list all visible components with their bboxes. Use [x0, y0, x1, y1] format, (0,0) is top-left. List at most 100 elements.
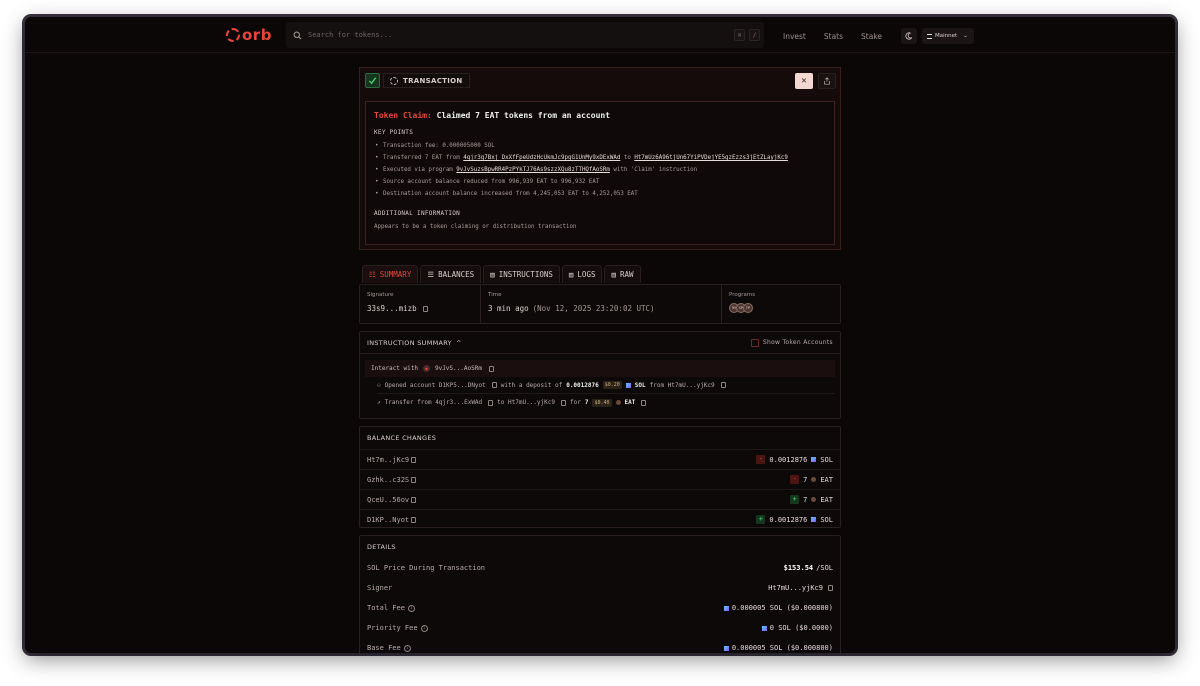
deposit-from[interactable]: from Ht7mU...yjKc9	[650, 382, 715, 389]
transfer-from-text[interactable]: Transfer from 4qjr3...ExWAd	[385, 399, 483, 406]
search-bar[interactable]: ⌘ /	[286, 22, 764, 48]
balance-amount: 7	[803, 495, 808, 504]
interact-program[interactable]: 9vJvS...AoSRm	[435, 365, 482, 372]
balance-row: QceU..56ov + 7 EAT	[360, 489, 840, 509]
base-fee-value: 0.000005 SOL ($0.000800)	[731, 644, 833, 652]
copy-icon[interactable]	[491, 382, 497, 388]
source-account-link[interactable]: 4qjr3g7Bxj DxXfFpeUdzHcUkmJc9pgG1UnMy9xD…	[463, 155, 620, 161]
nav-link-stats[interactable]: Stats	[824, 32, 843, 41]
detail-value: 0.000005 SOL ($0.000800)	[723, 644, 833, 652]
balance-changes-header: BALANCE CHANGES	[360, 427, 840, 449]
nav-link-invest[interactable]: Invest	[783, 32, 806, 41]
key-point-text: Source account balance reduced from 996,…	[383, 179, 600, 185]
copy-icon[interactable]	[411, 496, 417, 503]
instruction-summary-panel: INSTRUCTION SUMMARY ^ Show Token Account…	[359, 331, 841, 419]
tab-label: BALANCES	[438, 270, 475, 279]
tab-balances[interactable]: ☰ BALANCES	[420, 265, 482, 283]
show-token-accounts-label: Show Token Accounts	[762, 339, 833, 346]
detail-row-signer: Signer Ht7mU...yjKc9	[360, 578, 840, 598]
balance-row: D1KP..Nyot + 0.0012876 SOL	[360, 509, 840, 529]
copy-icon[interactable]	[422, 305, 428, 312]
program-avatar[interactable]: TP	[743, 303, 753, 313]
tab-raw[interactable]: ▤ RAW	[604, 265, 641, 283]
balance-sign: +	[790, 495, 800, 504]
balance-account[interactable]: Gzhk..c32S	[367, 476, 409, 484]
balance-changes-title: BALANCE CHANGES	[367, 434, 437, 442]
balance-sign: +	[756, 515, 766, 524]
logo[interactable]: orb	[226, 26, 272, 44]
transaction-tag: TRANSACTION	[383, 73, 470, 88]
sol-icon	[811, 457, 817, 462]
signature-cell: Signature 33s9...mizb	[360, 285, 481, 323]
detail-value: 0.000005 SOL ($0.000800)	[723, 604, 833, 612]
open-account-text[interactable]: Opened account D1KP5...DNyot	[385, 382, 486, 389]
checkbox[interactable]	[750, 338, 759, 347]
copy-icon[interactable]	[411, 516, 417, 523]
balance-change: + 0.0012876 SOL	[756, 515, 833, 524]
copy-icon[interactable]	[488, 365, 494, 372]
network-selector[interactable]: Mainnet ⌄	[922, 28, 974, 44]
copy-icon[interactable]	[488, 399, 494, 406]
signature-value[interactable]: 33s9...mizb	[367, 304, 417, 313]
program-link[interactable]: 9vJvSuzsBpwRR4PzPYkTJ76As9szzXQu8zTTHQfA…	[456, 167, 610, 173]
balance-token: EAT	[820, 475, 833, 484]
transfer-to-text[interactable]: to Ht7mU...yjKc9	[497, 399, 555, 406]
share-button[interactable]	[818, 73, 836, 89]
show-token-accounts-toggle[interactable]: Show Token Accounts	[750, 338, 833, 347]
copy-icon[interactable]	[411, 476, 417, 483]
tab-logs[interactable]: ▤ LOGS	[561, 265, 603, 283]
tab-instructions[interactable]: ▤ INSTRUCTIONS	[483, 265, 560, 283]
top-nav: orb ⌘ / Invest Stats Stake Mainnet ⌄	[25, 17, 1175, 53]
copy-icon[interactable]	[720, 382, 726, 388]
key-point-text: Executed via program	[383, 167, 457, 173]
copy-icon[interactable]	[828, 585, 833, 591]
close-button[interactable]: ✕	[795, 73, 813, 89]
file-code-icon: ▤	[611, 270, 616, 279]
copy-icon[interactable]	[411, 456, 417, 463]
chevron-down-icon: ⌄	[963, 33, 968, 39]
info-icon[interactable]: i	[403, 644, 411, 652]
balance-token: EAT	[820, 495, 833, 504]
sol-icon	[723, 645, 729, 651]
user-plus-icon: ⚇	[377, 381, 381, 389]
detail-label: Total Fee	[367, 604, 405, 612]
detail-label: Base Fee	[367, 644, 401, 652]
spinner-icon	[390, 76, 398, 85]
balance-account[interactable]: D1KP..Nyot	[367, 516, 409, 524]
search-input[interactable]	[308, 31, 688, 39]
info-icon[interactable]: i	[420, 624, 428, 632]
signer-value[interactable]: Ht7mU...yjKc9	[768, 584, 823, 592]
nav-link-stake[interactable]: Stake	[861, 32, 882, 41]
program-avatars: 9V SP TP	[729, 303, 833, 313]
arrow-up-right-icon: ↗	[377, 399, 381, 406]
balance-change: - 0.0012876 SOL	[756, 455, 833, 464]
tab-summary[interactable]: ☷ SUMMARY	[362, 265, 419, 283]
copy-icon[interactable]	[641, 399, 647, 406]
details-title: DETAILS	[367, 543, 396, 551]
copy-icon[interactable]	[560, 399, 566, 406]
interact-row: Interact with ● 9vJvS...AoSRm	[365, 360, 835, 377]
instruction-row-open-account: ⚇ Opened account D1KP5...DNyot with a de…	[377, 377, 835, 394]
file-icon: ▤	[568, 270, 574, 279]
sol-icon	[761, 625, 767, 631]
transaction-tag-label: TRANSACTION	[403, 76, 463, 85]
chevron-up-icon[interactable]: ^	[456, 339, 462, 347]
sol-icon	[723, 605, 729, 611]
summary-title: Token Claim: Claimed 7 EAT tokens from a…	[374, 111, 826, 120]
balance-changes-panel: BALANCE CHANGES Ht7m..jKc9 - 0.0012876 S…	[359, 426, 841, 528]
detail-row-priority-fee: Priority Fee i 0 SOL ($0.0000)	[360, 618, 840, 638]
instruction-summary-header[interactable]: INSTRUCTION SUMMARY ^ Show Token Account…	[360, 332, 840, 354]
with-deposit-text: with a deposit of	[500, 381, 563, 389]
balance-account[interactable]: QceU..56ov	[367, 496, 409, 504]
destination-account-link[interactable]: Ht7mUz6A96tjUn67YiPVDejYE5gzEzzs3jEtZLay…	[634, 155, 788, 161]
sol-price-unit: /SOL	[816, 564, 833, 572]
detail-label: SOL Price During Transaction	[367, 564, 486, 572]
balance-account[interactable]: Ht7m..jKc9	[367, 456, 409, 464]
eat-token-icon	[811, 497, 817, 502]
priority-fee-value: 0 SOL ($0.0000)	[769, 624, 833, 632]
info-icon[interactable]: i	[407, 604, 415, 612]
balance-row: Gzhk..c32S - 7 EAT	[360, 469, 840, 489]
network-label: Mainnet	[935, 33, 958, 39]
additional-info-label: ADDITIONAL INFORMATION	[374, 210, 461, 217]
theme-toggle-button[interactable]	[901, 28, 917, 44]
